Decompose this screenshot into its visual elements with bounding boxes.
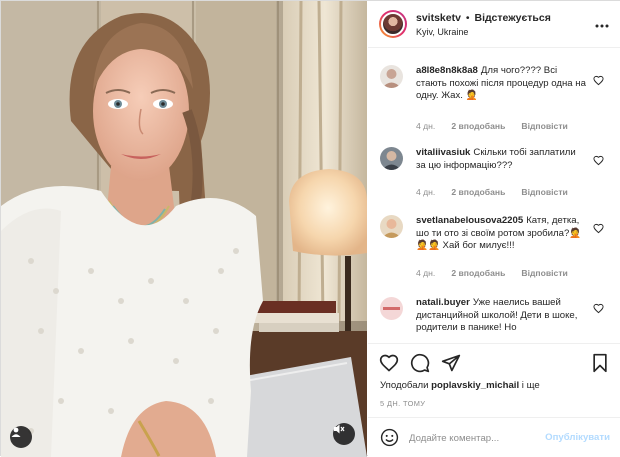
comment-username[interactable]: natali.buyer xyxy=(416,297,470,308)
comment-text: vitaliivasiuk Скільки тобі заплатили за ц… xyxy=(416,147,586,172)
reply-button[interactable]: Відповісти xyxy=(521,268,567,278)
comment-time[interactable]: 4 дн. xyxy=(416,121,435,131)
comment-item: vitaliivasiuk Скільки тобі заплатили за ц… xyxy=(368,141,620,207)
likes-prefix: Уподобали xyxy=(380,380,432,391)
post-dialog: svitsketv • Відстежується Kyiv, Ukraine … xyxy=(0,0,620,457)
comment-likes[interactable]: 2 вподобань xyxy=(451,121,505,131)
comment-text: natali.buyer Уже наелись вашей дистанцийн… xyxy=(416,297,586,335)
post-comment-button[interactable]: Опублікувати xyxy=(545,432,610,443)
post-actions xyxy=(368,343,620,379)
comment-avatar[interactable] xyxy=(380,65,403,88)
heart-icon[interactable] xyxy=(593,75,604,86)
post-location[interactable]: Kyiv, Ukraine xyxy=(416,27,468,37)
comment-likes[interactable]: 2 вподобань xyxy=(451,187,505,197)
comment-input[interactable] xyxy=(409,430,539,446)
speaker-muted-icon xyxy=(334,424,345,434)
liker-username[interactable]: poplavskiy_michail xyxy=(431,380,519,391)
comment-avatar[interactable] xyxy=(380,297,403,320)
author-line: svitsketv • Відстежується xyxy=(416,12,551,24)
post-header: svitsketv • Відстежується Kyiv, Ukraine xyxy=(368,1,620,48)
heart-icon[interactable] xyxy=(593,303,604,314)
comment-item: natali.buyer Уже наелись вашей дистанцийн… xyxy=(368,291,620,343)
comment-meta: 4 дн. 2 вподобань Відповісти xyxy=(416,121,584,131)
comment-item: svetlanabelousova2205 Катя, детка, шо ти … xyxy=(368,209,620,287)
author-username[interactable]: svitsketv xyxy=(416,12,461,24)
heart-icon[interactable] xyxy=(379,353,399,373)
comment-item: a8l8e8n8k8a8 Для чого???? Всі стають похо… xyxy=(368,59,620,137)
comment-username[interactable]: svetlanabelousova2205 xyxy=(416,215,523,226)
likes-summary[interactable]: Уподобали poplavskiy_michail і ще xyxy=(380,380,540,391)
comment-text: svetlanabelousova2205 Катя, детка, шо ти … xyxy=(416,215,586,253)
comment-text: a8l8e8n8k8a8 Для чого???? Всі стають похо… xyxy=(416,65,586,103)
add-comment-bar: Опублікувати xyxy=(368,417,620,457)
bookmark-icon[interactable] xyxy=(590,353,610,373)
comment-avatar[interactable] xyxy=(380,147,403,170)
reply-button[interactable]: Відповісти xyxy=(521,121,567,131)
comment-username[interactable]: a8l8e8n8k8a8 xyxy=(416,65,478,76)
mute-button[interactable] xyxy=(333,423,355,445)
more-options-button[interactable] xyxy=(595,15,609,31)
post-timestamp[interactable]: 5 ДН. ТОМУ xyxy=(380,399,425,408)
comment-avatar[interactable] xyxy=(380,215,403,238)
comment-meta: 4 дн. 2 вподобань Відповісти xyxy=(416,187,584,197)
post-video[interactable] xyxy=(1,1,367,457)
author-avatar[interactable] xyxy=(379,10,407,38)
heart-icon[interactable] xyxy=(593,155,604,166)
share-icon[interactable] xyxy=(441,353,461,373)
post-sidebar: svitsketv • Відстежується Kyiv, Ukraine … xyxy=(368,1,620,457)
following-button[interactable]: Відстежується xyxy=(474,12,550,24)
reply-button[interactable]: Відповісти xyxy=(521,187,567,197)
comments-list[interactable]: a8l8e8n8k8a8 Для чого???? Всі стають похо… xyxy=(368,49,620,343)
more-dots-icon xyxy=(595,24,609,28)
comment-icon[interactable] xyxy=(410,353,430,373)
comment-likes[interactable]: 2 вподобань xyxy=(451,268,505,278)
separator-dot: • xyxy=(465,12,470,24)
emoji-icon[interactable] xyxy=(380,428,399,447)
user-tag-button[interactable] xyxy=(10,426,32,448)
video-frame xyxy=(1,1,367,457)
comment-time[interactable]: 4 дн. xyxy=(416,268,435,278)
comment-meta: 4 дн. 2 вподобань Відповісти xyxy=(416,268,584,278)
comment-username[interactable]: vitaliivasiuk xyxy=(416,147,470,158)
user-tag-icon xyxy=(11,427,21,437)
likes-suffix[interactable]: і ще xyxy=(519,380,540,391)
comment-time[interactable]: 4 дн. xyxy=(416,187,435,197)
heart-icon[interactable] xyxy=(593,223,604,234)
